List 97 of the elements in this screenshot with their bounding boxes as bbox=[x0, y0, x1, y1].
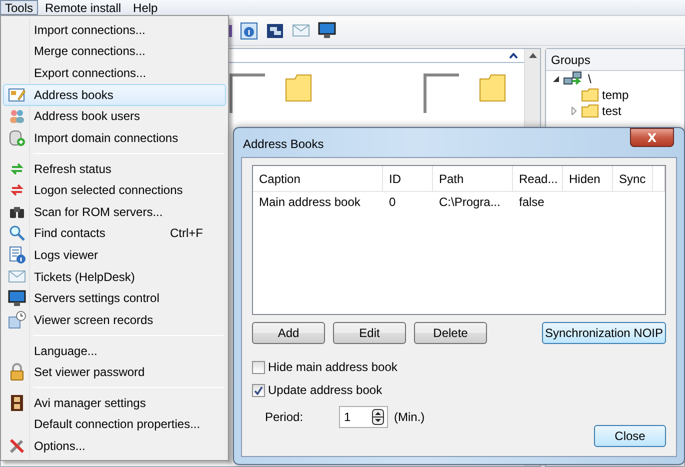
menu-bar-item[interactable]: Remote install bbox=[40, 0, 126, 15]
action-button[interactable]: Add bbox=[252, 322, 325, 344]
menu-item[interactable]: Merge connections... bbox=[3, 40, 226, 62]
menu-item[interactable]: Default connection properties... bbox=[3, 414, 226, 436]
menu-item[interactable]: Import domain connections bbox=[3, 127, 226, 149]
monitor-icon bbox=[8, 290, 26, 307]
column-header[interactable]: Read... bbox=[513, 166, 563, 192]
calendar-clock-icon bbox=[8, 310, 26, 329]
action-button[interactable]: Delete bbox=[414, 322, 487, 344]
menu-item[interactable]: Logs viewer bbox=[3, 244, 226, 266]
search-icon bbox=[9, 225, 25, 242]
column-header[interactable]: Hiden bbox=[563, 166, 613, 192]
lock-icon bbox=[9, 363, 25, 382]
menu-item-label: Viewer screen records bbox=[33, 312, 154, 327]
folder-icon bbox=[581, 104, 599, 118]
menu-item-label: Export connections... bbox=[33, 66, 148, 80]
menu-item-label: Import connections... bbox=[33, 22, 146, 37]
monitor-icon[interactable] bbox=[318, 22, 336, 39]
menu-item[interactable]: Find contacts Ctrl+F bbox=[3, 222, 226, 244]
menu-item[interactable]: Viewer screen records bbox=[3, 309, 226, 331]
unit-label: (Min.) bbox=[394, 410, 425, 424]
column-header[interactable]: Sync bbox=[613, 166, 653, 192]
menu-item[interactable]: Tickets (HelpDesk) bbox=[3, 266, 226, 288]
column-header[interactable]: Caption bbox=[253, 166, 383, 192]
column-header[interactable]: Path bbox=[433, 166, 513, 192]
checkbox-label: Update address book bbox=[268, 383, 382, 397]
menu-item-label: Logon selected connections bbox=[33, 183, 184, 198]
menu-item[interactable]: Address books bbox=[3, 84, 226, 106]
table-cell-text: 0 bbox=[388, 194, 397, 211]
checkbox[interactable] bbox=[252, 360, 265, 374]
scroll-up-icon[interactable] bbox=[528, 53, 536, 58]
users-icon bbox=[8, 108, 26, 124]
collapse-chevron-icon[interactable] bbox=[509, 52, 518, 58]
menu-item-label: Tickets (HelpDesk) bbox=[33, 270, 136, 284]
menu-item-label: Address book users bbox=[33, 109, 142, 124]
menu-item[interactable]: Address book users bbox=[3, 106, 226, 128]
column-header[interactable]: ID bbox=[383, 166, 433, 192]
period-label: Period: bbox=[265, 410, 304, 424]
binoculars-icon bbox=[9, 204, 25, 219]
table-cell-text: Main address book bbox=[258, 194, 362, 211]
menu-item[interactable]: Export connections... bbox=[3, 62, 226, 84]
window-close-button[interactable]: X bbox=[630, 128, 674, 147]
menu-item-label: Set viewer password bbox=[33, 365, 146, 380]
folder-icon bbox=[285, 73, 313, 103]
refresh-icon bbox=[9, 160, 25, 177]
table-cell-text: false bbox=[518, 194, 546, 211]
expanded-arrow-icon[interactable] bbox=[552, 75, 560, 83]
info-window-icon[interactable] bbox=[240, 22, 258, 40]
menu-item[interactable]: Servers settings control bbox=[3, 288, 226, 310]
thumbnail-corner-icon bbox=[229, 73, 265, 113]
thumbnail-corner-icon bbox=[423, 73, 459, 113]
check-mark-icon bbox=[254, 386, 263, 394]
folder-icon bbox=[581, 88, 599, 102]
film-icon bbox=[10, 394, 24, 412]
menu-bar-item[interactable]: Help bbox=[128, 0, 163, 15]
shortcut-label: Ctrl+F bbox=[170, 226, 204, 240]
menu-item-label: Servers settings control bbox=[33, 291, 160, 306]
tree-item[interactable]: temp bbox=[602, 88, 629, 102]
sync-button[interactable]: Synchronization NOIP bbox=[542, 322, 666, 344]
document-info-icon bbox=[8, 246, 26, 264]
menu-item-label: Scan for ROM servers... bbox=[33, 204, 164, 219]
collapsed-arrow-icon[interactable] bbox=[570, 107, 578, 115]
menu-item-label: Find contacts bbox=[33, 226, 106, 240]
menu-item-label: Import domain connections bbox=[33, 130, 180, 145]
menu-item-label: Options... bbox=[33, 439, 86, 454]
menu-bar-item[interactable]: Tools bbox=[0, 0, 38, 15]
menu-item[interactable]: Logon selected connections bbox=[3, 179, 226, 201]
menu-item[interactable]: Scan for ROM servers... bbox=[3, 201, 226, 223]
close-dialog-button[interactable]: Close bbox=[594, 425, 666, 447]
action-button[interactable]: Edit bbox=[333, 322, 406, 344]
address-book-icon bbox=[8, 86, 26, 103]
windows-icon[interactable] bbox=[266, 22, 284, 38]
spinner-arrows-icon[interactable] bbox=[372, 409, 384, 425]
mail-icon bbox=[8, 270, 26, 284]
menu-item-label: Avi manager settings bbox=[33, 396, 147, 410]
checkbox[interactable] bbox=[252, 384, 265, 396]
menu-item[interactable]: Refresh status bbox=[3, 158, 226, 180]
menu-item-label: Merge connections... bbox=[33, 44, 146, 58]
menu-item[interactable]: Set viewer password bbox=[3, 361, 226, 383]
tree-item[interactable]: \ bbox=[588, 72, 592, 86]
menu-item-label: Default connection properties... bbox=[33, 417, 202, 432]
period-field[interactable]: 1 bbox=[339, 406, 388, 428]
refresh-icon bbox=[9, 182, 25, 198]
menu-item[interactable]: Avi manager settings bbox=[3, 392, 226, 414]
menu-item[interactable]: Options... bbox=[3, 435, 226, 457]
menu-item-label: Refresh status bbox=[33, 162, 112, 176]
menu-item[interactable]: Language... bbox=[3, 340, 226, 362]
menu-item-label: Logs viewer bbox=[33, 248, 100, 262]
database-add-icon bbox=[8, 128, 26, 147]
panel-title: Groups bbox=[546, 49, 684, 71]
table-cell-text: C:\Progra... bbox=[438, 194, 502, 211]
folder-icon bbox=[479, 73, 507, 103]
menu-item-label: Language... bbox=[33, 344, 98, 358]
tree-item[interactable]: test bbox=[602, 104, 622, 118]
checkbox-label: Hide main address book bbox=[268, 360, 398, 374]
menu-item-label: Address books bbox=[33, 88, 114, 102]
window-title: Address Books bbox=[242, 136, 324, 150]
